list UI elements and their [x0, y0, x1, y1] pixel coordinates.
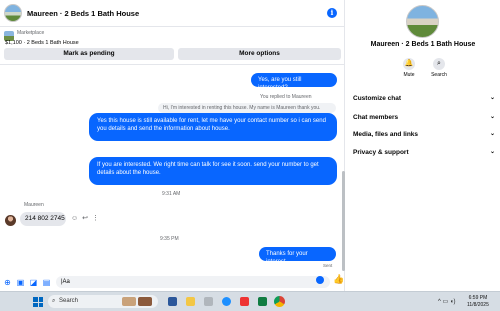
- message-input[interactable]: |Aa: [56, 276, 330, 288]
- gif-icon[interactable]: ▤: [42, 278, 51, 287]
- taskbar-thumbnail-icon[interactable]: [122, 297, 136, 306]
- message-list: Yes, are you still interested? You repli…: [0, 66, 345, 273]
- details-sidebar: Maureen · 2 Beds 1 Bath House 🔔 Mute ⌕ S…: [346, 0, 500, 291]
- thumbs-up-icon[interactable]: 👍: [333, 274, 344, 285]
- sidebar-item-label: Customize chat: [353, 95, 402, 102]
- image-icon[interactable]: ▣: [16, 278, 25, 287]
- plus-icon[interactable]: ⊕: [3, 278, 12, 287]
- message-actions: ☺ ↩ ⋮: [71, 214, 103, 222]
- scrollbar-thumb[interactable]: [342, 171, 345, 271]
- clock-time: 6:59 PM: [468, 295, 488, 301]
- info-icon[interactable]: i: [327, 8, 337, 18]
- timestamp: 9:31 AM: [162, 191, 181, 197]
- clock-date: 11/8/2025: [467, 302, 489, 308]
- sender-name: Maureen: [24, 202, 44, 208]
- youtube-icon[interactable]: [240, 297, 249, 306]
- timestamp: 9:35 PM: [160, 236, 179, 242]
- sticker-icon[interactable]: ◪: [29, 278, 38, 287]
- listing-avatar-large[interactable]: [406, 5, 439, 38]
- store-icon[interactable]: [204, 297, 213, 306]
- sender-avatar[interactable]: [5, 215, 16, 226]
- chevron-down-icon: ⌄: [489, 95, 495, 101]
- outgoing-message[interactable]: Yes, are you still interested?: [251, 73, 337, 91]
- chevron-down-icon: ⌄: [489, 131, 495, 137]
- emoji-icon[interactable]: [316, 276, 324, 284]
- edge-icon[interactable]: [222, 297, 231, 306]
- conversation-panel: Maureen · 2 Beds 1 Bath House i Marketpl…: [0, 0, 345, 291]
- react-icon[interactable]: ☺: [71, 215, 78, 222]
- sidebar-item-media-files-links[interactable]: Media, files and links ⌄: [353, 131, 495, 138]
- outgoing-message[interactable]: If you are interested. We right time can…: [89, 157, 337, 185]
- mute-button[interactable]: 🔔 Mute: [397, 58, 421, 78]
- chrome-icon[interactable]: [274, 296, 285, 307]
- mute-label: Mute: [403, 72, 415, 78]
- replied-indicator: You replied to Maureen: [260, 94, 312, 100]
- sent-status: Sent: [323, 263, 333, 268]
- file-explorer-icon[interactable]: [186, 297, 195, 306]
- sidebar-item-label: Media, files and links: [353, 131, 419, 138]
- conversation-header: Maureen · 2 Beds 1 Bath House i: [0, 0, 345, 27]
- search-label: Search: [431, 72, 447, 78]
- search-button[interactable]: ⌕ Search: [427, 58, 451, 78]
- marketplace-label: Marketplace: [17, 30, 45, 36]
- sidebar-item-customize-chat[interactable]: Customize chat ⌄: [353, 95, 495, 102]
- chevron-down-icon: ⌄: [489, 149, 495, 155]
- search-icon: ⌕: [433, 58, 445, 70]
- sidebar-item-chat-members[interactable]: Chat members ⌄: [353, 114, 495, 121]
- sidebar-item-label: Privacy & support: [353, 149, 409, 156]
- outgoing-message[interactable]: Thanks for your interest.: [259, 247, 336, 265]
- more-icon[interactable]: ⋮: [92, 215, 99, 222]
- listing-avatar[interactable]: [4, 4, 22, 22]
- reply-icon[interactable]: ↩: [82, 215, 88, 222]
- marketplace-bar: Marketplace $1,100 · 2 Beds 1 Bath House…: [0, 27, 345, 65]
- taskbar-thumbnail-icon[interactable]: [138, 297, 152, 306]
- sidebar-title: Maureen · 2 Beds 1 Bath House: [370, 41, 476, 48]
- sidebar-item-label: Chat members: [353, 114, 399, 121]
- chevron-down-icon: ⌄: [489, 114, 495, 120]
- windows-taskbar: ⌕ Search ^ ▭ ◖) 6:59 PM 11/8/2025: [0, 291, 500, 311]
- incoming-message[interactable]: 214 802 2745: [20, 212, 66, 226]
- windows-start-icon[interactable]: [33, 297, 43, 307]
- outgoing-message[interactable]: Yes this house is still available for re…: [89, 113, 337, 141]
- bell-icon: 🔔: [403, 58, 415, 70]
- mark-as-pending-button[interactable]: Mark as pending: [4, 48, 174, 60]
- listing-title[interactable]: $1,100 · 2 Beds 1 Bath House: [5, 40, 79, 46]
- quoted-message[interactable]: Hi, I'm interested in renting this house…: [158, 103, 336, 113]
- app-icon[interactable]: [258, 297, 267, 306]
- sidebar-item-privacy-support[interactable]: Privacy & support ⌄: [353, 149, 495, 156]
- scrollbar[interactable]: [341, 66, 345, 273]
- composer: ⊕ ▣ ◪ ▤ |Aa: [0, 273, 345, 291]
- system-tray[interactable]: ^ ▭ ◖): [438, 298, 455, 305]
- task-view-icon[interactable]: [168, 297, 177, 306]
- conversation-title[interactable]: Maureen · 2 Beds 1 Bath House: [27, 9, 139, 18]
- taskbar-search-label: Search: [59, 298, 79, 304]
- clock[interactable]: 6:59 PM 11/8/2025: [467, 295, 489, 309]
- more-options-button[interactable]: More options: [178, 48, 341, 60]
- search-icon: ⌕: [52, 298, 56, 304]
